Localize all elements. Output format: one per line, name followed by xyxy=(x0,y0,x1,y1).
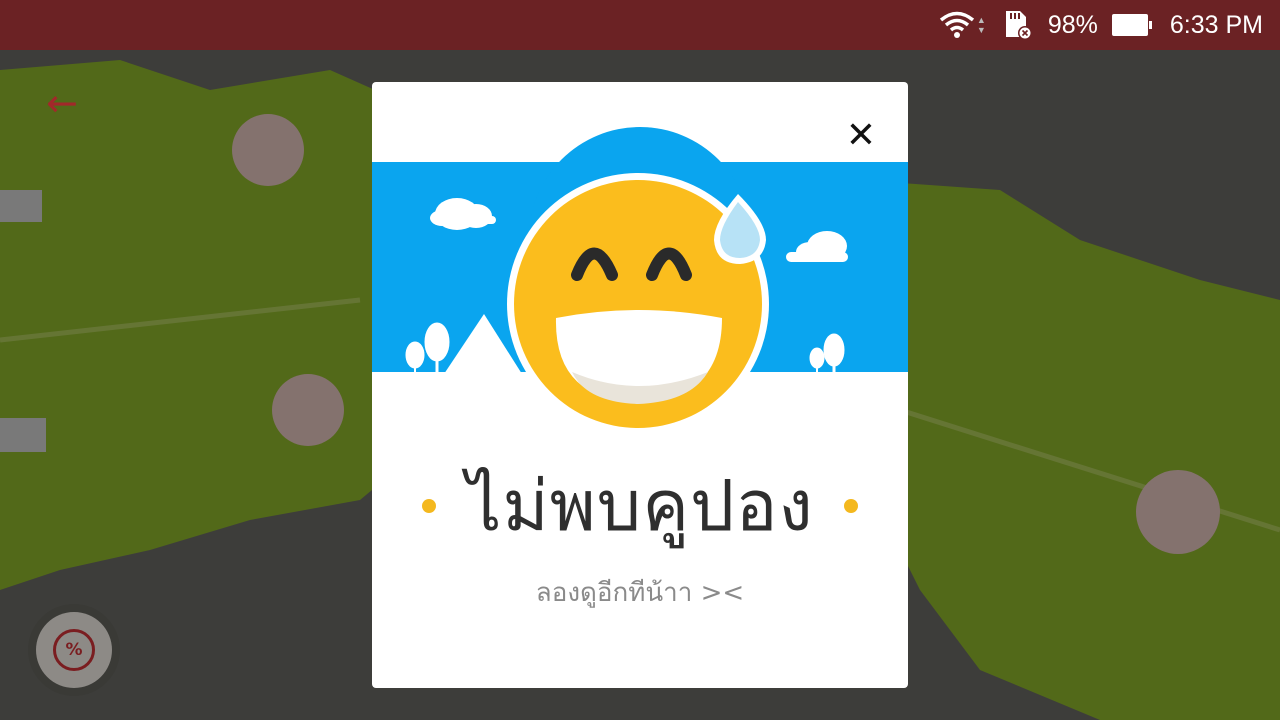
emoji-illustration xyxy=(372,173,908,442)
battery-icon xyxy=(1111,14,1152,36)
dialog-subtitle: ลองดูอีกทีน้าา >< xyxy=(535,578,745,608)
wifi-icon xyxy=(939,11,975,38)
close-button[interactable]: ✕ xyxy=(836,110,886,160)
coupon-button[interactable]: % xyxy=(28,604,120,696)
decorative-dot xyxy=(843,498,858,513)
decorative-dot xyxy=(422,498,437,513)
battery-percent: 98% xyxy=(1047,10,1098,39)
status-bar: ▲ ▼ 98% 6:33 PM xyxy=(0,0,1280,50)
clock: 6:33 PM xyxy=(1169,10,1263,39)
cloud-icon xyxy=(786,231,848,262)
close-icon: ✕ xyxy=(845,114,877,156)
no-coupon-dialog: ✕ ไม่พบคูปอง ลองดูอีกทีน้าา >< xyxy=(372,82,908,688)
sd-card-missing-icon xyxy=(1005,11,1032,40)
cloud-icon xyxy=(430,198,496,230)
data-activity-icon: ▲ ▼ xyxy=(976,15,986,35)
dialog-title: ไม่พบคูปอง xyxy=(466,465,814,547)
back-arrow-icon[interactable]: ← xyxy=(46,84,78,122)
coupon-badge-icon: % xyxy=(53,629,95,671)
